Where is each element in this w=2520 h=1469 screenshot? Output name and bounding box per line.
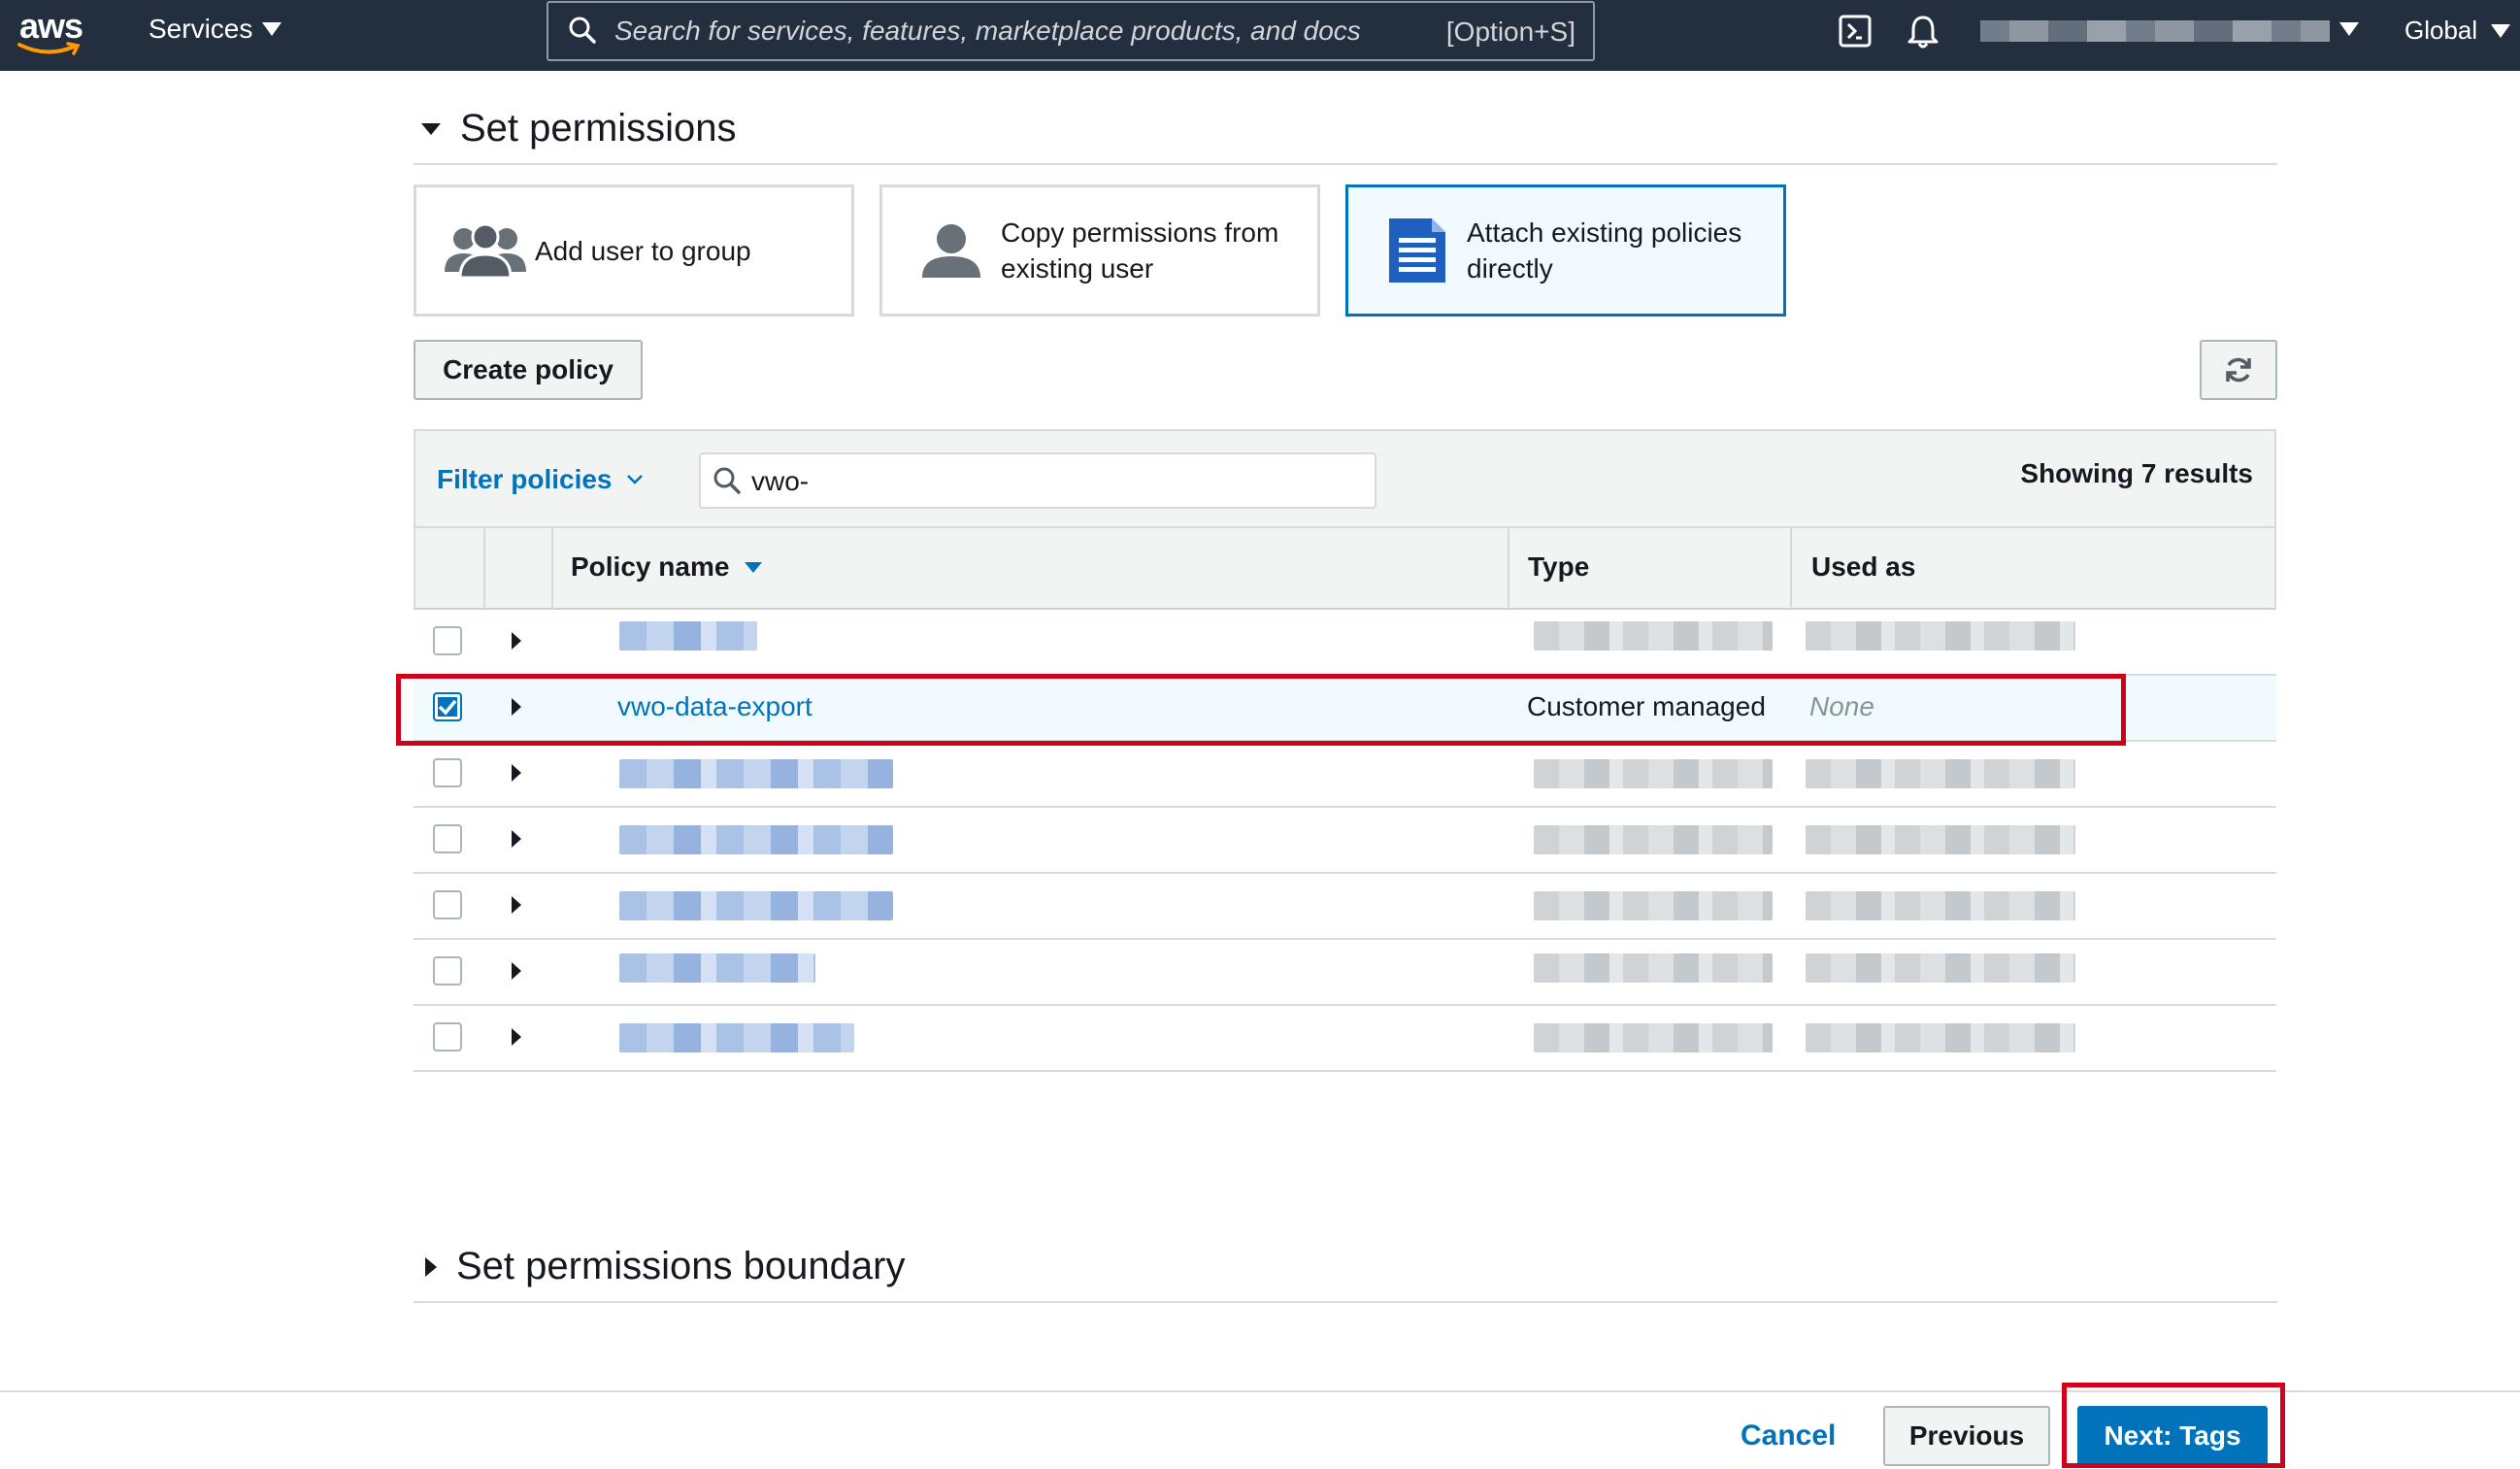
document-icon	[1389, 218, 1445, 283]
column-type[interactable]: Type	[1528, 551, 1589, 583]
policy-search-input[interactable]	[749, 462, 1355, 501]
redacted-used-as	[1806, 621, 2075, 651]
column-policy-name[interactable]: Policy name	[571, 551, 763, 583]
redacted-used-as	[1806, 953, 2075, 983]
bell-icon[interactable]	[1906, 14, 1940, 50]
sort-descending-icon	[745, 561, 763, 573]
expand-row-icon[interactable]	[512, 1028, 521, 1046]
table-row[interactable]	[414, 742, 2276, 808]
global-search-input[interactable]	[613, 11, 1412, 51]
global-search[interactable]: [Option+S]	[547, 1, 1595, 61]
redacted-policy-name[interactable]	[619, 621, 757, 651]
refresh-icon	[2226, 357, 2251, 383]
column-label: Used as	[1811, 551, 1916, 582]
previous-button[interactable]: Previous	[1883, 1406, 2050, 1466]
column-label: Policy name	[571, 551, 730, 582]
services-menu[interactable]: Services	[149, 14, 282, 45]
row-checkbox[interactable]	[433, 824, 462, 853]
policy-used-as: None	[1809, 691, 1874, 721]
top-nav-bar: aws Services [Option+S] Global	[0, 0, 2520, 71]
table-row[interactable]	[414, 610, 2276, 676]
services-label: Services	[149, 14, 253, 44]
table-toolbar: Filter policies Showing 7 results	[414, 429, 2276, 528]
expand-row-icon[interactable]	[512, 962, 521, 980]
expand-row-icon[interactable]	[512, 896, 521, 914]
next-tags-button[interactable]: Next: Tags	[2077, 1406, 2268, 1466]
collapse-triangle-icon	[421, 122, 441, 135]
redacted-used-as	[1806, 1023, 2075, 1052]
option-label: Attach existing policies directly	[1467, 217, 1742, 284]
policy-type: Customer managed	[1527, 691, 1766, 721]
redacted-type	[1534, 891, 1773, 920]
chevron-down-icon	[626, 475, 643, 484]
redacted-used-as	[1806, 891, 2075, 920]
row-checkbox[interactable]	[433, 758, 462, 787]
redacted-type	[1534, 1023, 1773, 1052]
search-shortcut-hint: [Option+S]	[1445, 17, 1575, 47]
table-row[interactable]	[414, 940, 2276, 1006]
aws-smile-icon	[17, 42, 81, 55]
row-checkbox-checked[interactable]	[433, 692, 462, 721]
redacted-policy-name[interactable]	[619, 759, 893, 788]
search-icon	[569, 17, 596, 44]
footer-divider	[0, 1390, 2520, 1392]
refresh-button[interactable]	[2200, 340, 2277, 400]
filter-policies-label: Filter policies	[437, 464, 613, 494]
account-menu[interactable]	[1980, 20, 2330, 42]
policy-name-link[interactable]: vwo-data-export	[617, 691, 812, 722]
redacted-policy-name[interactable]	[619, 953, 815, 983]
redacted-type	[1534, 621, 1773, 651]
row-checkbox[interactable]	[433, 1022, 462, 1052]
set-permissions-title: Set permissions	[460, 107, 737, 150]
expand-row-icon[interactable]	[512, 830, 521, 848]
account-chevron-down-icon[interactable]	[2339, 22, 2359, 36]
redacted-used-as	[1806, 825, 2075, 854]
permissions-boundary-title: Set permissions boundary	[456, 1245, 906, 1287]
filter-policies-dropdown[interactable]: Filter policies	[437, 464, 644, 495]
table-row[interactable]	[414, 1006, 2276, 1072]
checkmark-icon	[438, 699, 457, 716]
expand-row-icon[interactable]	[512, 698, 521, 716]
table-row[interactable]	[414, 874, 2276, 940]
expand-row-icon[interactable]	[512, 764, 521, 782]
row-checkbox[interactable]	[433, 626, 462, 655]
redacted-type	[1534, 825, 1773, 854]
table-header: Policy name Type Used as	[414, 528, 2276, 610]
search-icon	[713, 467, 741, 494]
aws-logo[interactable]: aws	[17, 6, 85, 60]
option-label: Copy permissions from existing user	[1001, 217, 1279, 284]
redacted-policy-name[interactable]	[619, 1023, 854, 1052]
create-policy-button[interactable]: Create policy	[414, 340, 643, 400]
set-permissions-header[interactable]: Set permissions	[414, 107, 2277, 165]
redacted-type	[1534, 759, 1773, 788]
expand-row-icon[interactable]	[512, 632, 521, 650]
option-add-user-to-group[interactable]: Add user to group	[414, 184, 854, 317]
user-icon	[922, 224, 980, 278]
region-selector[interactable]: Global	[2404, 16, 2511, 46]
redacted-used-as	[1806, 759, 2075, 788]
option-label: Add user to group	[535, 235, 751, 266]
redacted-policy-name[interactable]	[619, 891, 893, 920]
expand-triangle-icon	[425, 1256, 437, 1277]
chevron-down-icon	[262, 22, 282, 36]
redacted-policy-name[interactable]	[619, 825, 893, 854]
column-label: Type	[1528, 551, 1590, 582]
policy-search-field[interactable]	[699, 452, 1376, 509]
option-attach-existing-policies[interactable]: Attach existing policies directly	[1345, 184, 1786, 317]
row-checkbox[interactable]	[433, 956, 462, 985]
permissions-boundary-header[interactable]: Set permissions boundary	[414, 1245, 2277, 1303]
redacted-type	[1534, 953, 1773, 983]
result-count: Showing 7 results	[2020, 458, 2253, 488]
group-icon	[445, 222, 526, 280]
option-copy-permissions[interactable]: Copy permissions from existing user	[879, 184, 1320, 317]
chevron-down-icon	[2491, 23, 2511, 38]
column-used-as[interactable]: Used as	[1811, 551, 1915, 583]
table-row[interactable]	[414, 808, 2276, 874]
row-checkbox[interactable]	[433, 890, 462, 919]
region-label: Global	[2404, 16, 2478, 45]
table-row[interactable]: vwo-data-export Customer managed None	[414, 676, 2276, 742]
cancel-link[interactable]: Cancel	[1741, 1419, 1836, 1452]
cloudshell-icon[interactable]	[1838, 14, 1873, 49]
